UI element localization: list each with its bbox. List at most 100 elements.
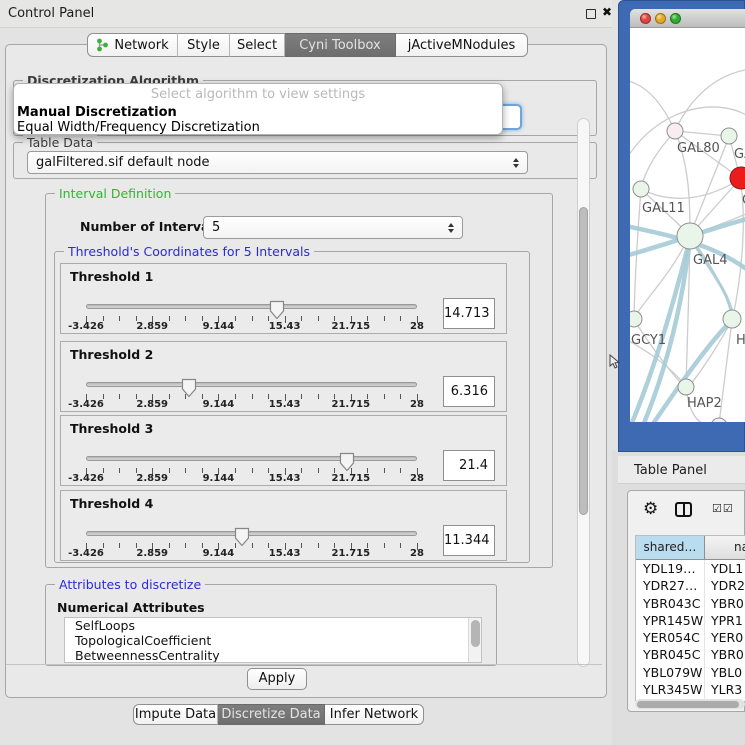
- network-edge[interactable]: [630, 238, 690, 422]
- network-node-gcy1[interactable]: [630, 311, 642, 327]
- threshold-value-field-threshold-2[interactable]: 6.316: [443, 376, 495, 407]
- numerical-attributes-list[interactable]: SelfLoopsTopologicalCoefficientBetweenne…: [64, 617, 482, 663]
- tick-label: 15.43: [269, 321, 301, 332]
- tab-label: Network: [114, 38, 168, 53]
- column-header-shared-name[interactable]: shared…: [636, 536, 705, 560]
- cell-name: YBR0: [705, 646, 745, 663]
- cell-shared-name: YDR27…: [636, 577, 705, 594]
- cell-shared-name: YLR345W: [636, 681, 705, 698]
- tick-label: 28: [410, 399, 424, 410]
- tab-cyni-toolbox[interactable]: Cyni Toolbox: [285, 33, 396, 57]
- tab-select[interactable]: Select: [230, 33, 285, 57]
- close-traffic-light[interactable]: [640, 13, 651, 24]
- network-node-gal11[interactable]: [633, 181, 649, 197]
- tab-label: Cyni Toolbox: [299, 38, 381, 53]
- cell-name: YDR2: [705, 577, 745, 594]
- network-node-gal80[interactable]: [667, 123, 683, 139]
- dropdown-hint: Select algorithm to view settings: [14, 87, 502, 102]
- table-header-row: shared… na: [636, 536, 745, 560]
- table-row[interactable]: YLR345WYLR3: [636, 681, 745, 698]
- attributes-list-scrollbar[interactable]: [468, 618, 481, 662]
- slider-thumb-threshold-1[interactable]: [269, 300, 285, 319]
- network-node-c[interactable]: [730, 167, 745, 189]
- cell-name: YPR1: [705, 612, 745, 629]
- network-node-h[interactable]: [723, 310, 741, 328]
- apply-button[interactable]: Apply: [247, 668, 307, 690]
- network-node[interactable]: [711, 418, 727, 422]
- number-of-intervals-combobox[interactable]: 5: [203, 216, 463, 239]
- network-edge[interactable]: [641, 131, 675, 188]
- tab-style[interactable]: Style: [178, 33, 230, 57]
- zoom-traffic-light[interactable]: [670, 13, 681, 24]
- tab-jactivemnodules[interactable]: jActiveMNodules: [396, 33, 528, 57]
- tick-label: 28: [410, 548, 424, 559]
- tick-label: 2.859: [136, 473, 168, 484]
- threshold-value-field-threshold-3[interactable]: 21.4: [443, 450, 495, 481]
- tab-label: jActiveMNodules: [408, 38, 516, 53]
- table-row[interactable]: YPR145WYPR1: [636, 612, 745, 629]
- top-tab-bar: Network StyleSelect Cyni Toolbox jActiveMNo…: [87, 33, 528, 57]
- minimize-traffic-light[interactable]: [655, 13, 666, 24]
- table-data-combobox[interactable]: galFiltered.sif default node: [27, 151, 528, 174]
- slider-thumb-threshold-4[interactable]: [234, 527, 250, 546]
- tick-label: 28: [410, 321, 424, 332]
- threshold-value-field-threshold-4[interactable]: 11.344: [443, 525, 495, 556]
- number-of-intervals-value: 5: [212, 220, 444, 235]
- table-row[interactable]: YDL19…YDL1: [636, 560, 745, 577]
- stepper-arrows-icon: [448, 223, 454, 233]
- network-window-titlebar[interactable]: [630, 9, 745, 28]
- node-label: H: [736, 333, 745, 348]
- panel-vertical-scrollbar[interactable]: [577, 118, 590, 667]
- slider-track-threshold-4[interactable]: [86, 531, 417, 536]
- table-row[interactable]: YBR043CYBR0: [636, 595, 745, 612]
- tick-label: -3.426: [68, 548, 104, 559]
- settings-gear-icon[interactable]: ⚙: [643, 499, 658, 519]
- node-label: GAL80: [677, 141, 720, 156]
- tab-impute-data[interactable]: Impute Data: [133, 704, 218, 725]
- table-row[interactable]: YBR045CYBR0: [636, 646, 745, 663]
- threshold-panel-threshold-2: Threshold 2-3.4262.8599.14415.4321.71528…: [60, 341, 507, 412]
- float-window-icon[interactable]: [586, 9, 596, 19]
- dropdown-option-manual-discretization[interactable]: Manual Discretization: [17, 105, 177, 120]
- slider-track-threshold-2[interactable]: [86, 382, 417, 387]
- slider-thumb-threshold-2[interactable]: [181, 378, 197, 397]
- slider-track-threshold-1[interactable]: [86, 304, 417, 309]
- split-columns-icon[interactable]: [675, 502, 692, 517]
- select-columns-checkbox-icons[interactable]: ☑☑: [712, 502, 734, 515]
- table-horizontal-scrollbar[interactable]: [635, 699, 745, 709]
- tick-label: -3.426: [68, 321, 104, 332]
- list-item-selfloops[interactable]: SelfLoops: [65, 618, 481, 633]
- list-item-topologicalcoefficient[interactable]: TopologicalCoefficient: [65, 633, 481, 648]
- column-header-name[interactable]: na: [705, 536, 745, 560]
- threshold-panel-threshold-1: Threshold 1-3.4262.8599.14415.4321.71528…: [60, 263, 507, 334]
- slider-thumb-threshold-3[interactable]: [339, 452, 355, 471]
- network-node-hap2[interactable]: [678, 379, 694, 395]
- network-edge[interactable]: [630, 80, 675, 131]
- dropdown-option-equal-width-frequency[interactable]: Equal Width/Frequency Discretization: [17, 120, 260, 135]
- network-node-gal4[interactable]: [677, 223, 703, 249]
- thresholds-group-title: Threshold's Coordinates for 5 Intervals: [64, 244, 314, 259]
- slider-track-threshold-3[interactable]: [86, 456, 417, 461]
- network-canvas[interactable]: GAL80GACGAL11GAL4GCY1HHAP2: [630, 28, 745, 422]
- node-label: GA: [734, 147, 745, 162]
- tab-discretize-data[interactable]: Discretize Data: [218, 704, 325, 725]
- threshold-value-field-threshold-1[interactable]: 14.713: [443, 298, 495, 329]
- close-icon[interactable]: ✖: [602, 5, 612, 19]
- tab-infer-network[interactable]: Infer Network: [325, 704, 424, 725]
- table-panel-window: ⚙ ☑☑ shared… na YDL19…YDL1YDR27…YDR2YBR0…: [627, 490, 745, 712]
- network-edge[interactable]: [675, 70, 745, 131]
- node-label: GAL11: [642, 201, 685, 216]
- attributes-group-title: Attributes to discretize: [55, 577, 205, 592]
- cell-shared-name: YBR045C: [636, 646, 705, 663]
- table-panel-titlebar: Table Panel: [618, 456, 745, 484]
- node-label: HAP2: [687, 396, 722, 411]
- tick-label: 9.144: [203, 321, 235, 332]
- list-item-betweennesscentrality[interactable]: BetweennessCentrality: [65, 648, 481, 663]
- table-row[interactable]: YER054CYER0: [636, 629, 745, 646]
- table-row[interactable]: YDR27…YDR2: [636, 577, 745, 594]
- network-node-ga[interactable]: [721, 128, 737, 144]
- table-data-group-title: Table Data: [23, 135, 97, 150]
- table-row[interactable]: YBL079WYBL0: [636, 664, 745, 681]
- tab-network[interactable]: Network: [87, 33, 178, 57]
- tick-label: 15.43: [269, 473, 301, 484]
